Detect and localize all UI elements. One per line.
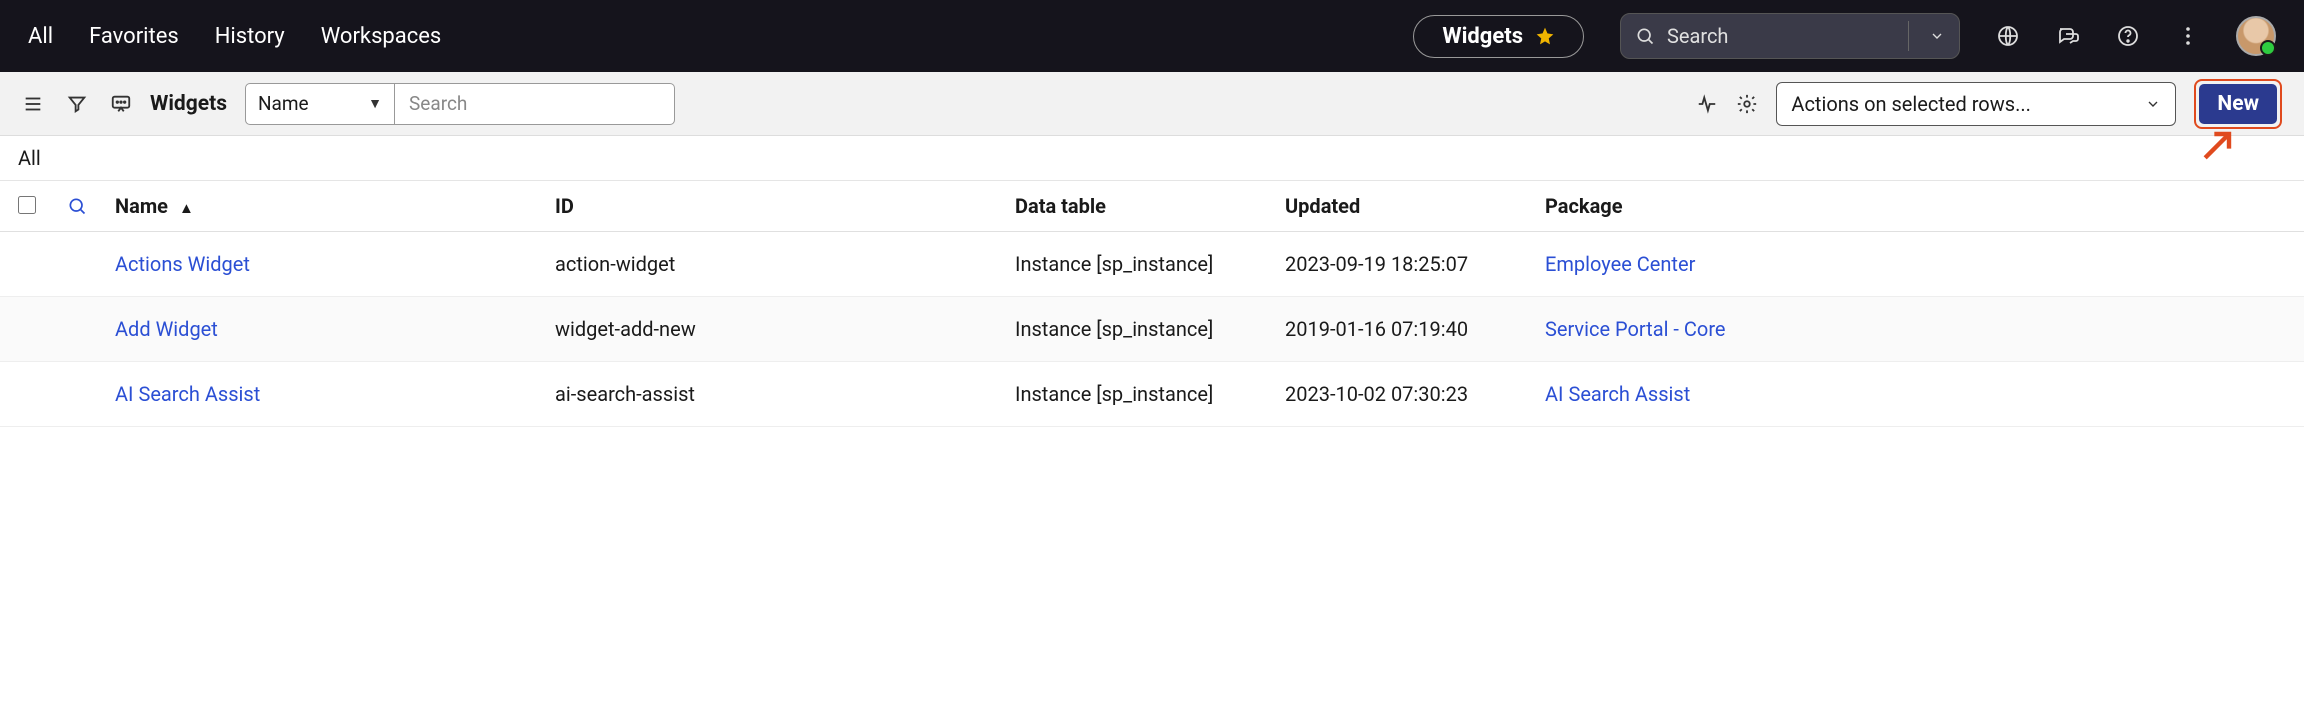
column-package-header[interactable]: Package: [1531, 181, 2304, 232]
row-package-link[interactable]: Service Portal - Core: [1545, 317, 1726, 341]
row-name-link[interactable]: AI Search Assist: [115, 382, 260, 406]
arrow-annotation-icon: [2196, 123, 2240, 167]
star-icon: [1535, 26, 1555, 46]
actions-on-selected-dropdown[interactable]: Actions on selected rows...: [1776, 82, 2176, 126]
actions-placeholder: Actions on selected rows...: [1791, 92, 2030, 116]
favorite-pill-label: Widgets: [1442, 24, 1523, 49]
row-id-cell: widget-add-new: [541, 297, 1001, 362]
col-datatable-label: Data table: [1015, 194, 1106, 218]
field-picker-value: Name: [258, 92, 309, 115]
help-icon[interactable]: [2116, 24, 2140, 48]
row-icon-cell: [53, 362, 101, 427]
col-id-label: ID: [555, 194, 574, 218]
globe-icon[interactable]: [1996, 24, 2020, 48]
row-checkbox-cell: [0, 232, 53, 297]
topnav-links: All Favorites History Workspaces: [28, 24, 441, 49]
column-quicksearch[interactable]: [53, 181, 101, 232]
row-checkbox-cell: [0, 297, 53, 362]
list-title: Widgets: [150, 92, 227, 116]
activity-icon[interactable]: [1696, 93, 1718, 115]
row-updated-cell: 2023-09-19 18:25:07: [1271, 232, 1531, 297]
nav-all[interactable]: All: [28, 24, 53, 49]
list-search-placeholder: Search: [409, 92, 467, 115]
column-updated-header[interactable]: Updated: [1271, 181, 1531, 232]
avatar[interactable]: [2236, 16, 2276, 56]
sort-asc-icon: ▲: [179, 199, 194, 217]
row-package-link[interactable]: Employee Center: [1545, 252, 1695, 276]
col-package-label: Package: [1545, 194, 1623, 218]
favorite-widgets-pill[interactable]: Widgets: [1413, 15, 1584, 58]
list-search-input[interactable]: Search: [395, 83, 675, 125]
column-datatable-header[interactable]: Data table: [1001, 181, 1271, 232]
widgets-table: Name ▲ ID Data table Updated Package Act…: [0, 181, 2304, 427]
row-datatable-cell: Instance [sp_instance]: [1001, 232, 1271, 297]
top-nav: All Favorites History Workspaces Widgets…: [0, 0, 2304, 72]
settings-gear-icon[interactable]: [1736, 93, 1758, 115]
row-icon-cell: [53, 232, 101, 297]
select-all-checkbox[interactable]: [18, 196, 36, 214]
new-button[interactable]: New: [2199, 84, 2277, 124]
breadcrumb-text: All: [18, 146, 41, 170]
list-toolbar: Widgets Name ▼ Search Actions on selecte…: [0, 72, 2304, 136]
col-name-label: Name: [115, 194, 168, 218]
search-field-picker[interactable]: Name ▼: [245, 83, 395, 125]
new-button-highlight: New: [2194, 79, 2282, 129]
row-checkbox-cell: [0, 362, 53, 427]
chevron-down-icon: [2145, 96, 2161, 112]
global-search-placeholder: Search: [1667, 24, 1888, 48]
more-vertical-icon[interactable]: [2176, 24, 2200, 48]
row-id-cell: ai-search-assist: [541, 362, 1001, 427]
nav-workspaces[interactable]: Workspaces: [321, 24, 442, 49]
row-updated-cell: 2019-01-16 07:19:40: [1271, 297, 1531, 362]
global-search-box[interactable]: Search: [1620, 13, 1960, 59]
row-datatable-cell: Instance [sp_instance]: [1001, 297, 1271, 362]
new-button-label: New: [2217, 92, 2259, 116]
breadcrumb-all[interactable]: All: [0, 136, 2304, 181]
column-name-header[interactable]: Name ▲: [101, 181, 541, 232]
caret-down-icon: ▼: [368, 95, 382, 112]
menu-icon[interactable]: [22, 93, 44, 115]
row-updated-cell: 2023-10-02 07:30:23: [1271, 362, 1531, 427]
row-icon-cell: [53, 297, 101, 362]
row-package-link[interactable]: AI Search Assist: [1545, 382, 1690, 406]
col-updated-label: Updated: [1285, 194, 1360, 218]
row-name-link[interactable]: Add Widget: [115, 317, 218, 341]
nav-favorites[interactable]: Favorites: [89, 24, 179, 49]
row-datatable-cell: Instance [sp_instance]: [1001, 362, 1271, 427]
filter-icon[interactable]: [66, 93, 88, 115]
feedback-icon[interactable]: [110, 93, 132, 115]
column-checkbox: [0, 181, 53, 232]
column-id-header[interactable]: ID: [541, 181, 1001, 232]
row-name-link[interactable]: Actions Widget: [115, 252, 250, 276]
chat-icon[interactable]: [2056, 24, 2080, 48]
table-row: Add Widget widget-add-newInstance [sp_ins…: [0, 297, 2304, 362]
table-row: AI Search Assist ai-search-assistInstance…: [0, 362, 2304, 427]
nav-history[interactable]: History: [215, 24, 285, 49]
table-row: Actions Widget action-widgetInstance [sp_…: [0, 232, 2304, 297]
search-icon: [1635, 26, 1655, 46]
divider: [1908, 21, 1909, 51]
chevron-down-icon[interactable]: [1929, 28, 1945, 44]
row-id-cell: action-widget: [541, 232, 1001, 297]
